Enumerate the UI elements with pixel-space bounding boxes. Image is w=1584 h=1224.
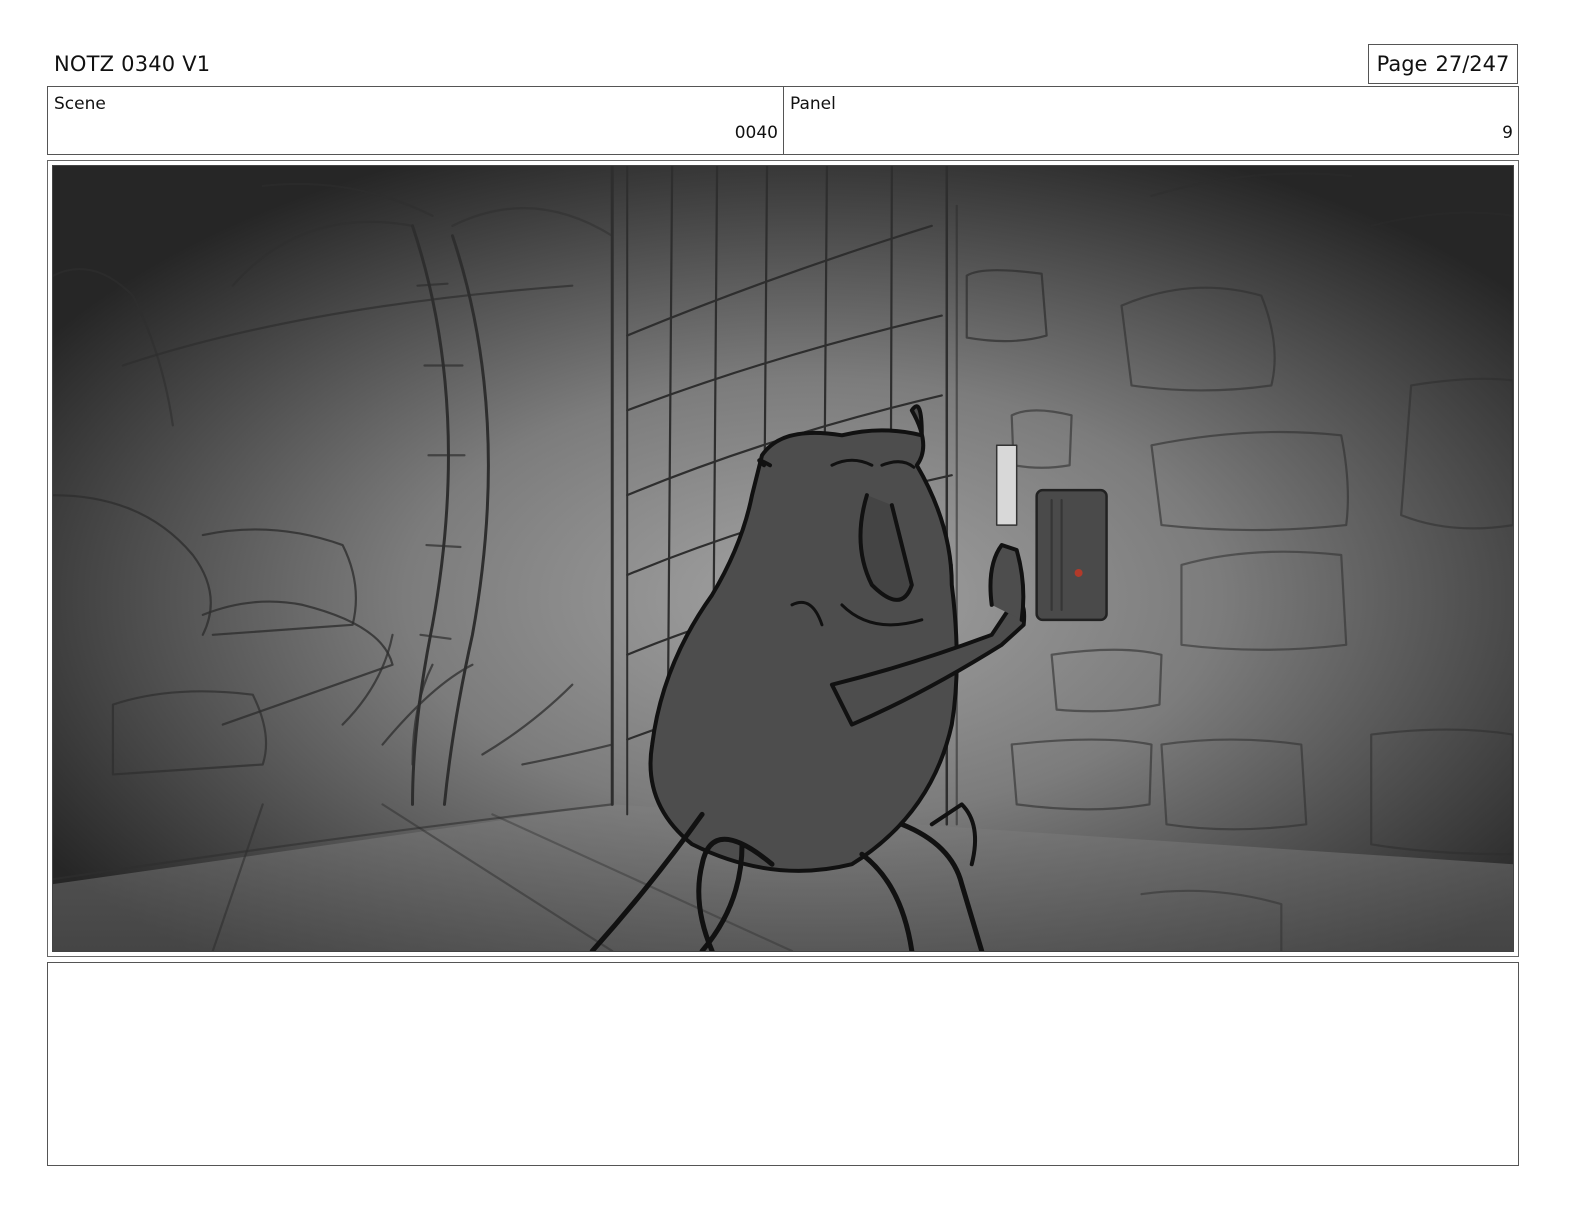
scene-label: Scene [54,94,106,114]
page-label: Page [1376,52,1428,76]
storyboard-frame [47,160,1519,957]
scene-panel-info: Scene 0040 Panel 9 [47,86,1519,155]
document-title: NOTZ 0340 V1 [54,52,211,76]
scene-value: 0040 [734,123,778,143]
page-indicator: Page 27/247 [1368,44,1518,84]
storyboard-panel-drawing [52,165,1514,952]
page-number: 27/247 [1435,52,1510,76]
panel-label: Panel [790,94,836,114]
scene-cell: Scene 0040 [48,87,784,154]
panel-value: 9 [1502,123,1513,143]
panel-notes-box [47,962,1519,1166]
sketch-illustration [53,166,1513,951]
panel-cell: Panel 9 [784,87,1518,154]
